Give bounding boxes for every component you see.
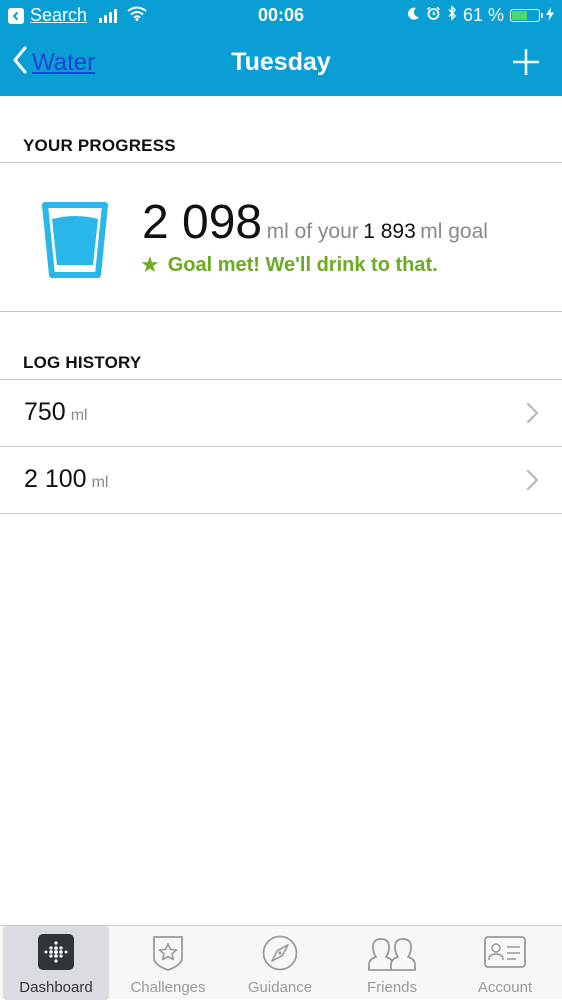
log-history-section-header: LOG HISTORY	[0, 353, 562, 373]
log-history-title: LOG HISTORY	[23, 353, 142, 372]
add-button[interactable]	[512, 48, 540, 81]
water-amount: 2 098	[142, 196, 263, 249]
log-entry-value: 750 ml	[24, 398, 88, 427]
tab-bar: Dashboard Challenges Guidance Friends Ac…	[0, 925, 562, 1000]
status-bar-right: 61 %	[401, 5, 554, 26]
charging-icon	[546, 5, 554, 26]
app-header: Search 00:06 61 % Water Tuesday	[0, 0, 562, 96]
chevron-right-icon	[526, 469, 540, 496]
alarm-icon	[426, 5, 441, 26]
tab-label: Guidance	[247, 979, 313, 996]
moon-icon	[407, 5, 420, 26]
amount-suffix: ml of your	[266, 220, 359, 243]
log-entry-amount: 750	[24, 398, 66, 426]
goal-suffix: ml goal	[420, 220, 488, 243]
star-icon: ★	[140, 252, 160, 277]
tab-label: Challenges	[130, 979, 206, 996]
log-entry-row[interactable]: 750 ml	[0, 380, 562, 446]
page-title: Tuesday	[231, 48, 331, 76]
battery-percent: 61 %	[462, 5, 504, 25]
progress-section-title: YOUR PROGRESS	[23, 136, 176, 155]
friends-icon	[336, 934, 448, 972]
goal-message: Goal met! We'll drink to that.	[167, 253, 438, 276]
compass-icon	[224, 934, 336, 972]
tab-challenges[interactable]: Challenges	[112, 926, 224, 1000]
dashboard-icon	[3, 934, 109, 972]
challenges-icon	[112, 934, 224, 972]
water-amount-line: 2 098 ml of your 1 893 ml goal	[142, 195, 488, 250]
log-entry-unit: ml	[70, 407, 88, 424]
tab-label: Dashboard	[19, 979, 93, 996]
account-icon	[448, 934, 562, 972]
bluetooth-icon	[447, 5, 457, 26]
plus-icon	[513, 49, 539, 75]
status-bar: Search 00:06 61 %	[0, 0, 562, 32]
log-entry-value: 2 100 ml	[24, 465, 108, 494]
log-entry-amount: 2 100	[24, 465, 87, 493]
battery-icon	[510, 9, 543, 22]
divider	[0, 513, 562, 514]
goal-status: ★ Goal met! We'll drink to that.	[140, 252, 438, 278]
tab-guidance[interactable]: Guidance	[224, 926, 336, 1000]
progress-card: 2 098 ml of your 1 893 ml goal ★ Goal me…	[0, 163, 562, 311]
log-entry-row[interactable]: 2 100 ml	[0, 447, 562, 513]
tab-friends[interactable]: Friends	[336, 926, 448, 1000]
tab-label: Account	[477, 979, 533, 996]
chevron-right-icon	[526, 402, 540, 429]
tab-dashboard[interactable]: Dashboard	[3, 926, 109, 1000]
goal-value: 1 893	[363, 220, 416, 243]
progress-section-header: YOUR PROGRESS	[0, 136, 562, 156]
divider	[0, 311, 562, 312]
water-glass-icon	[40, 201, 110, 286]
tab-account[interactable]: Account	[448, 926, 562, 1000]
log-entry-unit: ml	[91, 474, 109, 491]
navigation-bar: Water Tuesday	[0, 32, 562, 96]
tab-label: Friends	[366, 979, 418, 996]
